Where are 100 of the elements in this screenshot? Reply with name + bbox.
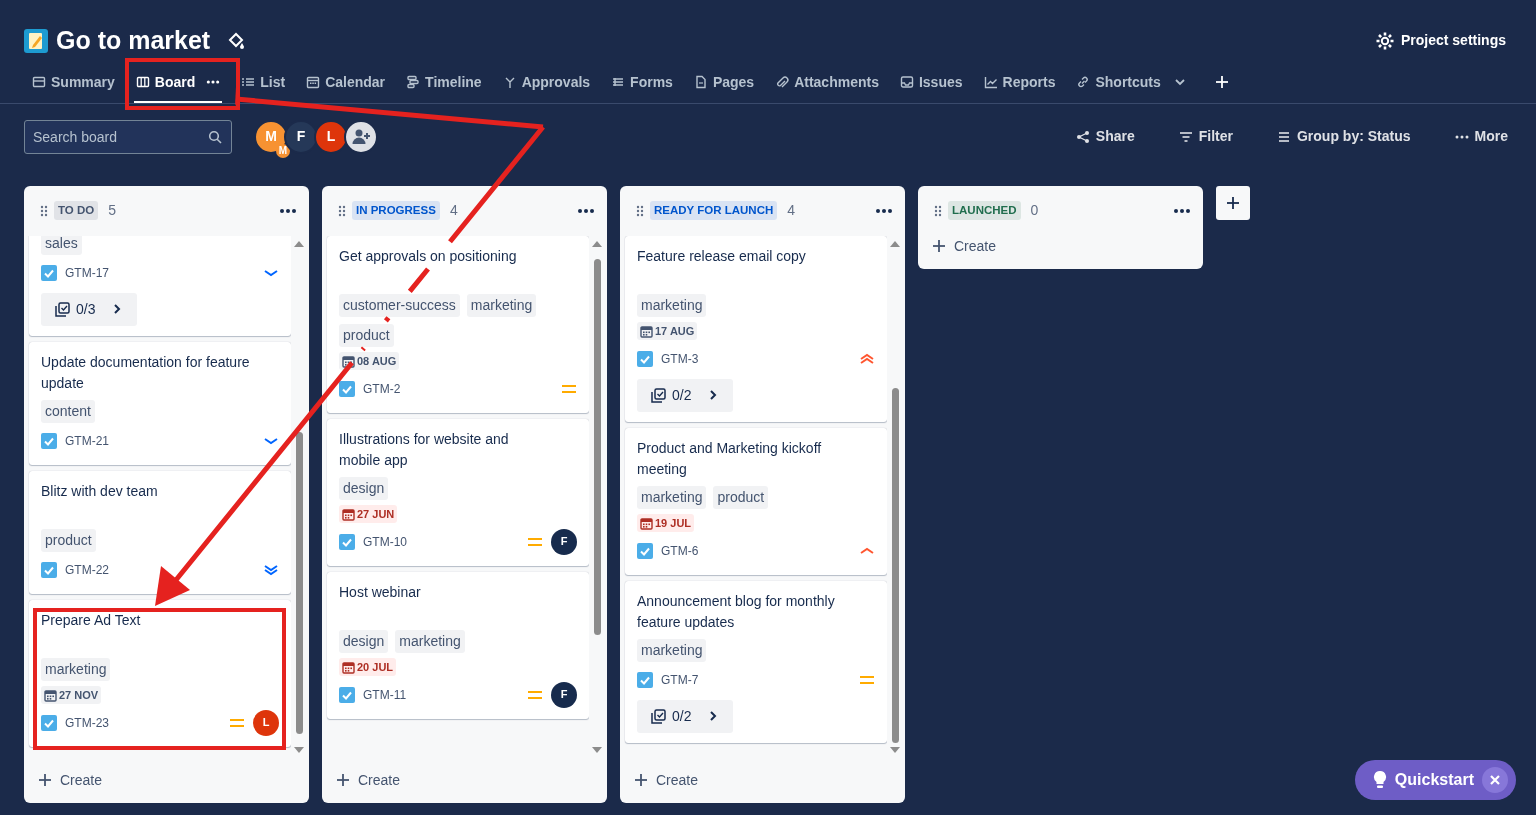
issue-key: GTM-6 [661,541,699,560]
toolbar-button[interactable]: Group by: Status [1271,125,1417,148]
task-icon [41,264,57,281]
issue-card[interactable]: Host webinar design marketing 20 JUL GTM-11 F [327,571,589,719]
issue-card[interactable]: Prepare Ad Text marketing 27 NOV GTM-23 L [29,599,291,747]
nav-tab[interactable]: Reports [981,63,1058,103]
label-tag: marketing [637,638,707,662]
nav-tab[interactable]: Approvals [500,63,593,103]
issue-card[interactable]: Get approvals on positioning customer-success marketing product 08 AUG GTM-2 [327,235,589,413]
nav-tab[interactable]: Summary [30,63,117,103]
subtasks-icon [55,301,70,317]
task-icon [637,671,653,688]
more-icon[interactable] [875,207,893,214]
nav-tab[interactable]: List [239,63,288,103]
card-title: Prepare Ad Text [41,610,142,630]
label-tag: marketing [637,293,707,317]
drag-handle-icon [636,204,644,217]
create-button[interactable]: Create [24,757,309,803]
plus-icon [932,239,946,253]
paperclip-icon [775,75,790,89]
task-icon [339,533,355,550]
calendar-icon [342,660,355,674]
close-icon[interactable] [1490,775,1500,785]
search-field[interactable]: Search board [24,119,232,154]
issue-card[interactable]: Feature release email copy marketing 17 AUG GTM-3 0/2 [625,235,887,422]
scroll-down-icon [294,745,304,754]
issue-card[interactable]: sales GTM-17 0/3 [29,235,291,336]
assignee-avatar[interactable]: L [253,709,279,736]
task-icon [637,350,653,367]
more-icon[interactable] [1173,207,1191,214]
label-tag: design [339,629,389,653]
create-button[interactable]: Create [322,757,607,803]
card-title: Product and Marketing kickoff meeting [637,438,823,479]
issue-key: GTM-7 [661,670,699,689]
project-settings-button[interactable]: Project settings [1368,29,1512,53]
issue-card[interactable]: Illustrations for website and mobile app design 27 JUN GTM-10 F [327,418,589,566]
subtasks-button[interactable]: 0/2 [637,699,734,733]
plus-icon [634,773,648,787]
nav-tab[interactable]: Board [133,63,223,103]
link-icon [1076,75,1091,89]
status-lozenge: TO DO [54,200,99,221]
card-title: Feature release email copy [637,246,807,266]
task-icon [637,542,653,559]
nav-tab[interactable]: Issues [897,63,965,103]
subtasks-button[interactable]: 0/3 [41,292,138,326]
drag-handle-icon [934,204,942,217]
nav-tab[interactable]: Forms [609,63,675,103]
form-icon [611,75,626,89]
plus-icon [38,773,52,787]
chart-icon [983,75,998,89]
caret-icon [1173,76,1186,88]
settings-icon [1374,30,1395,51]
toolbar-button[interactable]: Share [1069,125,1141,148]
card-title: Host webinar [339,582,422,602]
page-icon [693,75,708,89]
task-icon [41,561,57,578]
scroll-up-icon [592,239,602,248]
toolbar-button[interactable]: More [1448,125,1514,148]
assignee-avatar[interactable]: F [551,681,577,708]
issue-card[interactable]: Blitz with dev team product GTM-22 [29,470,291,594]
toolbar-button[interactable]: Filter [1172,125,1239,148]
more-icon[interactable] [577,207,595,214]
nav-tab[interactable]: Attachments [773,63,881,103]
nav-tab[interactable]: Shortcuts [1074,63,1188,103]
task-icon [41,432,57,449]
issue-key: GTM-21 [65,431,109,450]
subtasks-icon [651,387,666,403]
scroll-thumb[interactable] [594,259,601,635]
assignee-avatar[interactable]: F [551,528,577,555]
card-title: Get approvals on positioning [339,246,518,266]
issue-key: GTM-17 [65,263,109,282]
notebook-icon [24,28,48,53]
issue-card[interactable]: Update documentation for feature update content GTM-21 [29,341,291,465]
nav-tab[interactable]: Pages [691,63,757,103]
scroll-up-icon [890,239,900,248]
issue-key: GTM-2 [363,379,401,398]
scroll-thumb[interactable] [892,387,899,744]
quickstart-button[interactable]: Quickstart [1354,760,1516,800]
create-button[interactable]: Create [620,757,905,803]
more-icon[interactable] [279,207,297,214]
due-date: 08 AUG [357,353,397,369]
label-tag: product [713,485,769,509]
status-lozenge: READY FOR LAUNCH [650,200,778,221]
card-title: Announcement blog for monthly feature updates [637,591,836,632]
scroll-up-icon [294,239,304,248]
paint-bucket-icon[interactable] [226,30,247,51]
nav-tab[interactable]: Calendar [304,63,388,103]
scroll-thumb[interactable] [296,432,303,734]
subtasks-button[interactable]: 0/2 [637,378,734,412]
card-title: Illustrations for website and mobile app [339,429,510,470]
more-icon[interactable] [206,79,221,85]
create-button[interactable]: Create [918,235,1203,269]
issue-key: GTM-10 [363,532,407,551]
issue-card[interactable]: Announcement blog for monthly feature updates marketing GTM-7 0/2 [625,580,887,743]
search-icon [208,129,222,144]
group-icon [1277,129,1291,144]
nav-tab[interactable]: Timeline [404,63,484,103]
add-column-button[interactable] [1216,185,1250,220]
user-avatar[interactable]: L [314,119,348,154]
issue-card[interactable]: Product and Marketing kickoff meeting marketing product 19 JUL GTM-6 [625,427,887,575]
